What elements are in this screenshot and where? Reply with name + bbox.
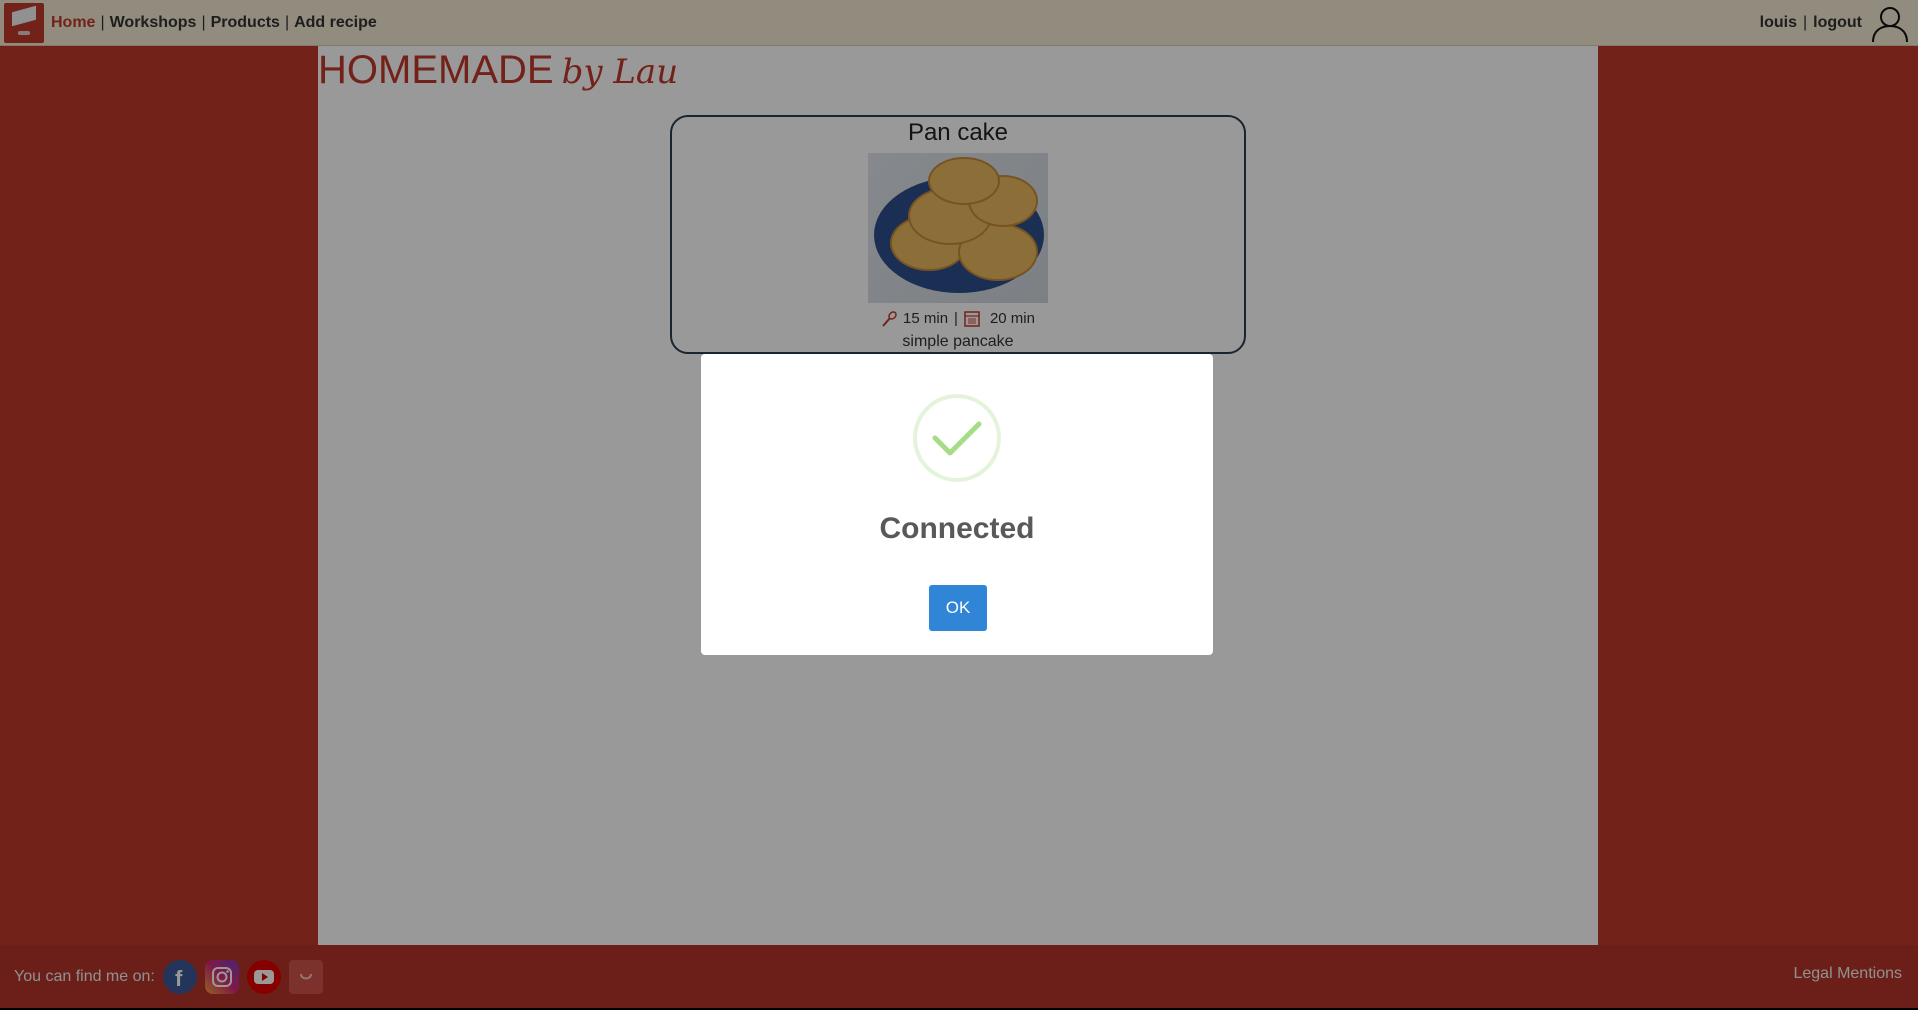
ok-button[interactable]: OK [929,585,987,631]
dialog-title: Connected [879,512,1035,545]
success-dialog: Connected OK [701,354,1213,655]
success-check-icon [913,394,1001,482]
